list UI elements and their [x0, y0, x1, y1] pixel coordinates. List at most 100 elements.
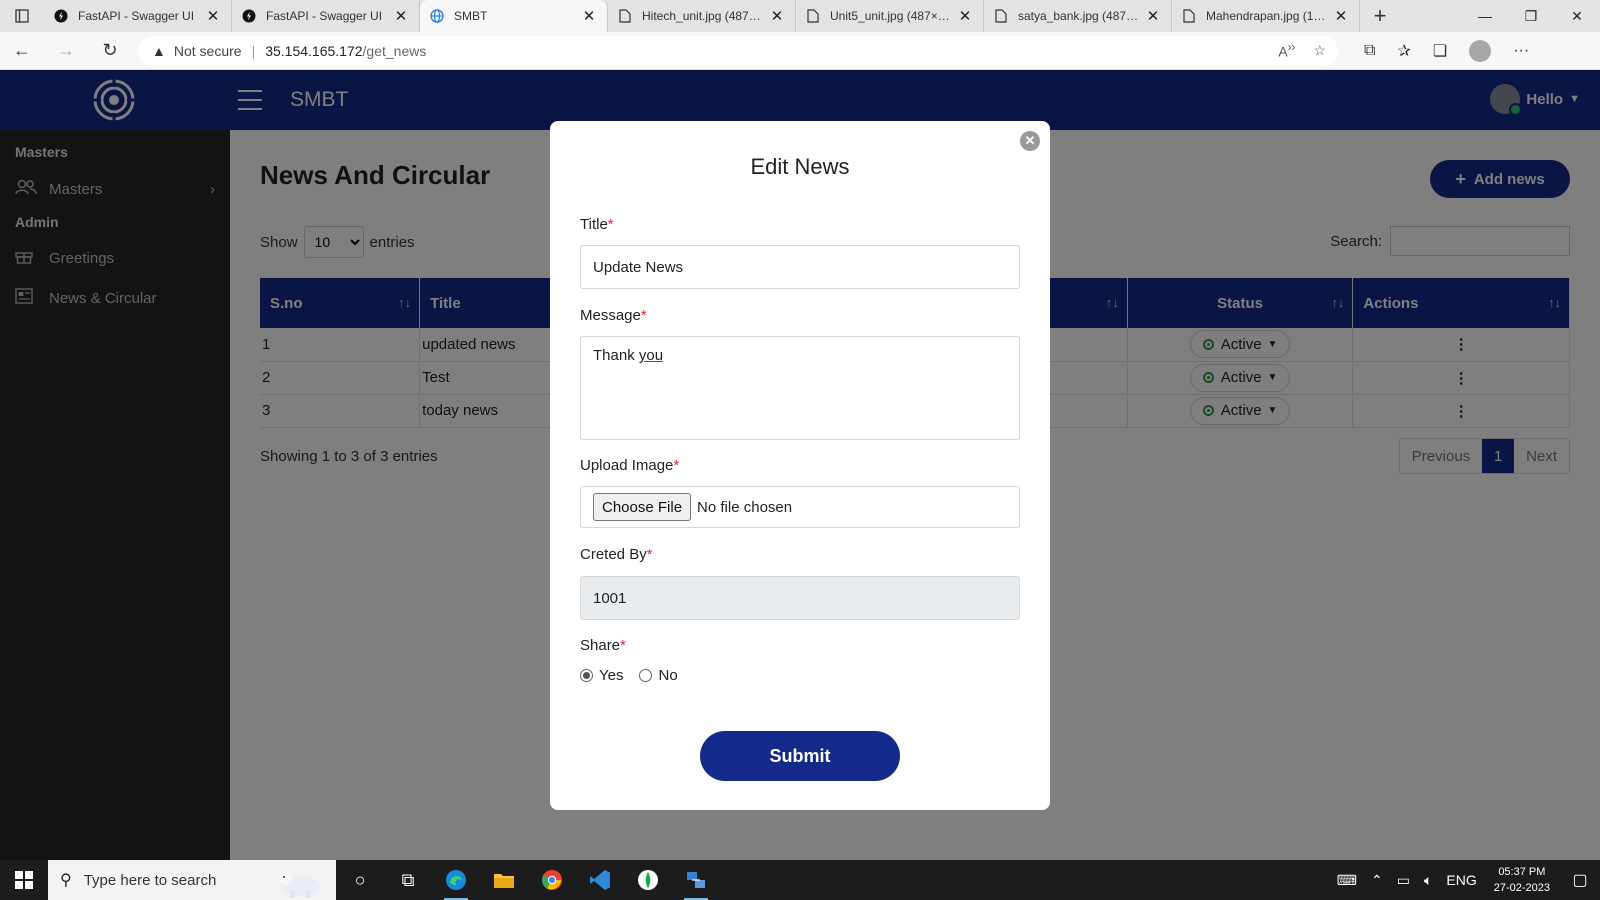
close-icon[interactable]: ✕	[1333, 7, 1349, 25]
share-label: Share*	[580, 637, 626, 654]
close-icon[interactable]: ✕	[769, 7, 785, 25]
cortana-icon[interactable]: ○	[336, 860, 384, 900]
file-icon	[994, 9, 1008, 23]
required-mark: *	[607, 216, 614, 233]
required-mark: *	[646, 546, 653, 563]
share-radio-group: Yes No	[580, 667, 694, 684]
new-tab-icon[interactable]: +	[1360, 3, 1400, 29]
close-icon[interactable]: ✕	[957, 7, 973, 25]
volume-icon[interactable]: 🔈︎	[1424, 872, 1432, 889]
radio-no-label: No	[658, 667, 678, 684]
title-input[interactable]: Update News	[580, 245, 1020, 289]
chevron-up-icon[interactable]: ⌃	[1371, 872, 1383, 889]
browser-toolbar: ⧉ ✰ ❏ ···	[1364, 39, 1529, 62]
clock-time: 05:37 PM	[1498, 866, 1546, 878]
message-textarea[interactable]: Thank you	[580, 336, 1020, 440]
url-actions: A›› ☆	[1278, 36, 1326, 66]
security-label: Not secure	[173, 42, 242, 59]
close-window-icon[interactable]: ✕	[1554, 0, 1600, 32]
url-path: /get_news	[362, 42, 427, 59]
radio-yes-label: Yes	[599, 667, 624, 684]
share-yes-option[interactable]: Yes	[580, 667, 623, 684]
window-controls: — ❐ ✕	[1462, 0, 1600, 32]
keyboard-icon[interactable]: ⌨	[1337, 872, 1357, 889]
created-by-input: 1001	[580, 576, 1020, 620]
warning-icon[interactable]: ▲	[152, 43, 166, 59]
tab-title: FastAPI - Swagger UI	[266, 9, 383, 23]
vscode-icon[interactable]	[576, 860, 624, 900]
clock-date: 27-02-2023	[1493, 882, 1550, 894]
radio-no[interactable]	[639, 669, 653, 682]
modal-title: Edit News	[750, 154, 850, 179]
browser-tab[interactable]: Unit5_unit.jpg (487×354 ✕	[796, 0, 984, 32]
file-explorer-icon[interactable]	[480, 860, 528, 900]
taskbar-search[interactable]: ⚲ Type here to search	[48, 860, 336, 900]
submit-button[interactable]: Submit	[700, 731, 900, 781]
browser-tab-bar: FastAPI - Swagger UI ✕ FastAPI - Swagger…	[0, 0, 1600, 32]
url-host: 35.154.165.172	[265, 42, 363, 59]
more-icon[interactable]: ···	[1513, 42, 1529, 60]
title-input-value: Update News	[593, 258, 684, 276]
browser-tab[interactable]: FastAPI - Swagger UI ✕	[232, 0, 420, 32]
favorites-icon[interactable]: ✰	[1397, 41, 1410, 61]
swagger-icon	[54, 9, 68, 23]
label-text: Upload Image	[580, 457, 674, 474]
radio-yes[interactable]	[580, 669, 593, 682]
back-icon[interactable]: ←	[0, 32, 44, 70]
close-icon[interactable]: ✕	[393, 7, 409, 25]
url-separator: |	[251, 42, 256, 59]
chrome-icon[interactable]	[528, 860, 576, 900]
created-by-label: Creted By*	[580, 546, 653, 563]
language-indicator[interactable]: ENG	[1446, 872, 1476, 888]
network-app-icon[interactable]	[672, 860, 720, 900]
message-label: Message*	[580, 307, 647, 324]
upload-label: Upload Image*	[580, 457, 679, 474]
read-aloud-icon[interactable]: A››	[1278, 41, 1295, 60]
title-label: Title*	[580, 216, 614, 233]
windows-taskbar: ⚲ Type here to search ○ ⧉ ⌨ ⌃ ▭ 🔈︎ ENG 0…	[0, 860, 1600, 900]
edge-icon[interactable]	[432, 860, 480, 900]
close-icon[interactable]: ✕	[1020, 131, 1040, 151]
file-icon	[806, 9, 820, 23]
restore-icon[interactable]: ❐	[1508, 0, 1554, 32]
close-icon[interactable]: ✕	[1145, 7, 1161, 25]
notification-icon[interactable]: ▢	[1560, 870, 1600, 890]
swagger-icon	[242, 9, 256, 23]
label-text: Share	[580, 637, 621, 654]
file-icon	[1182, 9, 1196, 23]
favorite-add-icon[interactable]: ☆	[1313, 42, 1326, 59]
browser-tab[interactable]: satya_bank.jpg (487×35 ✕	[984, 0, 1172, 32]
upload-image-input: Choose File No file chosen	[580, 486, 1020, 528]
browser-tab-active[interactable]: SMBT ✕	[420, 0, 608, 32]
mongodb-compass-icon[interactable]	[624, 860, 672, 900]
taskbar-search-placeholder: Type here to search	[83, 871, 217, 889]
reload-icon[interactable]: ↻	[88, 32, 132, 70]
browser-tab[interactable]: Hitech_unit.jpg (487×35 ✕	[608, 0, 796, 32]
minimize-icon[interactable]: —	[1462, 0, 1508, 32]
choose-file-button[interactable]: Choose File	[593, 493, 692, 521]
clock[interactable]: 05:37 PM 27-02-2023	[1494, 864, 1550, 896]
required-mark: *	[620, 637, 626, 654]
collections-icon[interactable]: ❏	[1433, 41, 1447, 61]
browser-tab[interactable]: Mahendrapan.jpg (1200 ✕	[1172, 0, 1360, 32]
url-field[interactable]: ▲ Not secure | 35.154.165.172/get_news A…	[138, 35, 1338, 66]
label-text: Message	[580, 307, 641, 324]
tab-title: satya_bank.jpg (487×35	[1018, 9, 1139, 23]
close-icon[interactable]: ✕	[205, 7, 221, 25]
created-by-value: 1001	[593, 589, 627, 607]
globe-icon	[430, 9, 444, 23]
windows-start-icon[interactable]	[0, 860, 48, 900]
browser-tab[interactable]: FastAPI - Swagger UI ✕	[44, 0, 232, 32]
task-view-icon[interactable]: ⧉	[384, 860, 432, 900]
forward-icon[interactable]: →	[44, 32, 88, 70]
tab-title: FastAPI - Swagger UI	[78, 9, 195, 23]
label-text: Title	[580, 216, 608, 233]
share-no-option[interactable]: No	[639, 667, 678, 684]
tab-title: SMBT	[454, 9, 488, 23]
message-value: Thank	[593, 347, 639, 364]
close-icon[interactable]: ✕	[581, 7, 597, 25]
profile-icon[interactable]	[1469, 39, 1492, 62]
extensions-icon[interactable]: ⧉	[1364, 42, 1375, 60]
tab-actions-icon[interactable]	[0, 0, 44, 32]
network-icon[interactable]: ▭	[1397, 872, 1410, 889]
